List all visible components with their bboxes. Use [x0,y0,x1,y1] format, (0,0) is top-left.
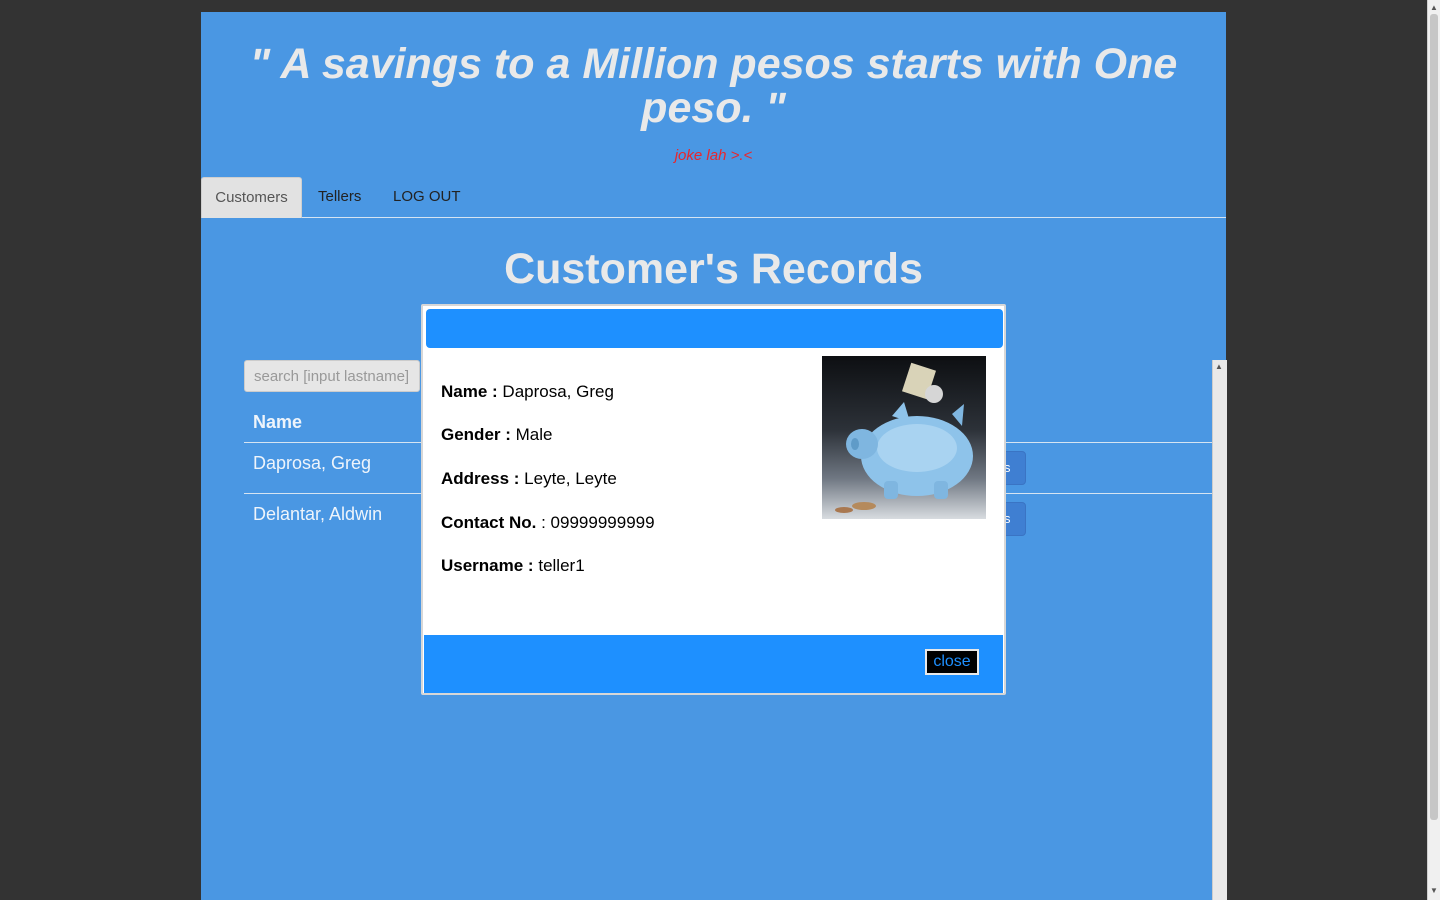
tab-customers[interactable]: Customers [201,177,302,218]
page-title: Customer's Records [504,245,923,293]
table-row-name: Delantar, Aldwin [253,504,383,524]
scroll-down-icon[interactable]: ▼ [1430,886,1438,895]
field-contact-value: : 09999999999 [536,513,655,532]
field-gender: Gender : Male [441,425,553,445]
close-button[interactable]: close [925,649,979,675]
tab-customers-label: Customers [215,189,288,206]
field-address-value: Leyte, Leyte [524,469,617,488]
field-gender-label: Gender : [441,425,511,444]
field-name: Name : Daprosa, Greg [441,382,614,402]
modal-footer: close [424,635,1003,693]
content-scrollbar[interactable]: ▲ [1212,360,1227,900]
column-header-name: Name [253,412,303,432]
field-username-value: teller1 [538,556,585,575]
tab-logout-label: LOG OUT [393,188,461,205]
search-input[interactable] [244,360,420,392]
field-username: Username : teller1 [441,556,585,576]
scrollbar-thumb[interactable] [1430,14,1438,820]
scroll-up-icon[interactable]: ▲ [1215,362,1223,371]
window-scrollbar[interactable]: ▲ ▼ [1427,0,1440,900]
field-name-label: Name : [441,382,498,401]
customer-details-modal: Name : Daprosa, Greg Gender : Male Addre… [421,304,1006,695]
tab-tellers[interactable]: Tellers [318,177,361,217]
tab-logout[interactable]: LOG OUT [393,177,461,217]
field-username-label: Username : [441,556,534,575]
field-gender-value: Male [515,425,553,444]
modal-header [426,309,1003,348]
field-address-label: Address : [441,469,520,488]
field-name-value: Daprosa, Greg [502,382,614,401]
piggy-bank-image [822,356,986,519]
field-address: Address : Leyte, Leyte [441,469,617,489]
header-quote: " A savings to a Million pesos starts wi… [249,40,1178,132]
nav-tabs: Customers Tellers LOG OUT [201,177,1226,218]
field-contact: Contact No. : 09999999999 [441,513,655,533]
field-contact-label: Contact No. [441,513,537,532]
header-note: joke lah >.< [674,147,753,164]
piggy-bank-icon [835,362,973,513]
scroll-up-icon[interactable]: ▲ [1430,3,1438,12]
table-row-name: Daprosa, Greg [253,453,372,473]
tab-tellers-label: Tellers [318,188,362,205]
